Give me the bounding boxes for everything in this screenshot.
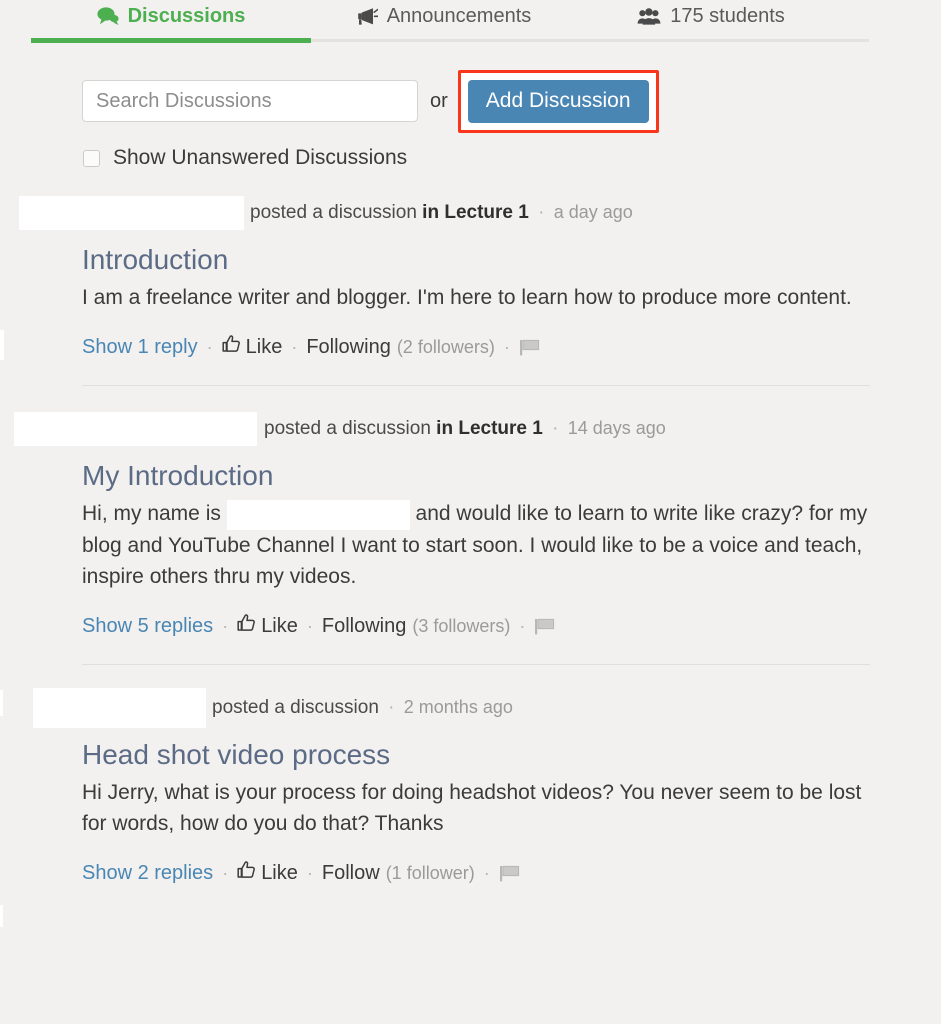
search-input[interactable] — [82, 80, 418, 122]
unanswered-filter-row: Show Unanswered Discussions — [0, 146, 941, 170]
meta-separator: · — [388, 697, 395, 719]
action-separator: · — [206, 336, 213, 357]
like-button[interactable]: Like — [237, 861, 298, 885]
like-label: Like — [245, 335, 283, 358]
flag-icon[interactable] — [519, 338, 541, 357]
post-spacer — [0, 386, 941, 412]
post-header: posted a discussion in Lecture 1 · a day… — [19, 196, 871, 230]
flag-icon[interactable] — [499, 864, 521, 883]
tab-announcements-label: Announcements — [386, 5, 532, 27]
like-button[interactable]: Like — [237, 614, 298, 638]
post-header: posted a discussion · 2 months ago — [33, 688, 871, 729]
discussion-list: posted a discussion in Lecture 1 · a day… — [0, 196, 941, 885]
meta-separator: · — [552, 418, 559, 440]
followers-count: (2 followers) — [396, 336, 495, 357]
post-time: a day ago — [553, 202, 633, 222]
body-redaction — [226, 499, 410, 530]
post-context: in Lecture 1 — [436, 418, 543, 440]
action-separator: · — [306, 615, 313, 636]
post-body: Hi, my name is and would like to learn t… — [82, 498, 871, 592]
post-action: posted a discussion — [250, 202, 417, 223]
post-meta: posted a discussion in Lecture 1 · a day… — [250, 202, 633, 224]
follow-button[interactable]: Following — [322, 615, 406, 638]
post-body-text: Hi Jerry, what is your process for doing… — [82, 781, 862, 836]
post-time: 14 days ago — [567, 418, 666, 439]
author-redaction — [19, 196, 244, 230]
action-separator: · — [306, 862, 313, 883]
thumbs-up-icon — [237, 861, 256, 885]
tab-discussions[interactable]: Discussions — [31, 0, 311, 26]
post-time: 2 months ago — [403, 697, 513, 718]
thumbs-up-icon — [222, 335, 241, 359]
like-button[interactable]: Like — [222, 335, 283, 359]
thumbs-up-icon — [237, 614, 256, 638]
tab-announcements[interactable]: Announcements — [311, 0, 576, 26]
add-discussion-highlight: Add Discussion — [457, 69, 659, 133]
edge-redaction-mark — [0, 330, 4, 360]
action-separator: · — [483, 862, 490, 883]
megaphone-icon — [356, 7, 378, 26]
action-separator: · — [291, 336, 298, 357]
post-action: posted a discussion — [264, 418, 431, 440]
discussion-toolbar: or Add Discussion — [0, 69, 941, 133]
flag-icon[interactable] — [534, 617, 556, 636]
action-separator: · — [222, 862, 229, 883]
action-separator: · — [519, 615, 526, 636]
edge-redaction-mark — [0, 690, 3, 716]
post-context: in Lecture 1 — [422, 202, 529, 223]
post-action: posted a discussion — [212, 697, 379, 719]
followers-count: (3 followers) — [412, 615, 511, 636]
tab-list: Discussions Announcements 175 students — [0, 0, 941, 35]
comment-icon — [96, 6, 119, 26]
like-label: Like — [261, 614, 298, 637]
follow-button[interactable]: Following — [306, 336, 390, 359]
action-separator: · — [503, 336, 510, 357]
discussion-post: posted a discussion in Lecture 1 · a day… — [0, 196, 941, 359]
post-header: posted a discussion in Lecture 1 · 14 da… — [14, 412, 871, 447]
followers-count: (1 follower) — [385, 862, 475, 883]
discussion-post: posted a discussion in Lecture 1 · 14 da… — [0, 412, 941, 638]
tab-students-label: 175 students — [670, 5, 785, 27]
discussion-post: posted a discussion · 2 months ago Head … — [0, 688, 941, 885]
meta-separator: · — [538, 202, 545, 223]
users-icon — [637, 7, 661, 26]
action-separator: · — [222, 615, 229, 636]
post-title[interactable]: Introduction — [82, 244, 871, 276]
show-replies-link[interactable]: Show 1 reply — [82, 336, 198, 359]
show-replies-link[interactable]: Show 2 replies — [82, 862, 213, 885]
show-unanswered-label[interactable]: Show Unanswered Discussions — [113, 146, 407, 170]
tab-active-indicator — [31, 38, 311, 43]
tab-discussions-label: Discussions — [127, 5, 246, 27]
post-actions: Show 2 replies · Like · Follow (1 follow… — [82, 861, 871, 885]
show-replies-link[interactable]: Show 5 replies — [82, 615, 213, 638]
post-actions: Show 1 reply · Like · Following (2 follo… — [82, 335, 871, 359]
post-actions: Show 5 replies · Like · Following (3 fol… — [82, 614, 871, 638]
like-label: Like — [261, 861, 298, 884]
post-body: I am a freelance writer and blogger. I'm… — [82, 282, 871, 313]
post-meta: posted a discussion in Lecture 1 · 14 da… — [264, 418, 666, 440]
add-discussion-button[interactable]: Add Discussion — [467, 79, 649, 123]
tab-bar: Discussions Announcements 175 students — [0, 0, 941, 45]
post-title[interactable]: My Introduction — [82, 460, 871, 492]
author-redaction — [33, 688, 206, 729]
post-body: Hi Jerry, what is your process for doing… — [82, 777, 871, 839]
post-body-text-before: Hi, my name is — [82, 502, 227, 526]
post-title[interactable]: Head shot video process — [82, 739, 871, 771]
or-label: or — [430, 89, 448, 112]
post-meta: posted a discussion · 2 months ago — [212, 697, 513, 719]
post-body-text: I am a freelance writer and blogger. I'm… — [82, 286, 852, 310]
author-redaction — [14, 412, 257, 447]
show-unanswered-checkbox[interactable] — [83, 149, 100, 167]
tab-students[interactable]: 175 students — [576, 0, 846, 26]
edge-redaction-mark — [0, 905, 3, 927]
follow-button[interactable]: Follow — [322, 862, 380, 885]
